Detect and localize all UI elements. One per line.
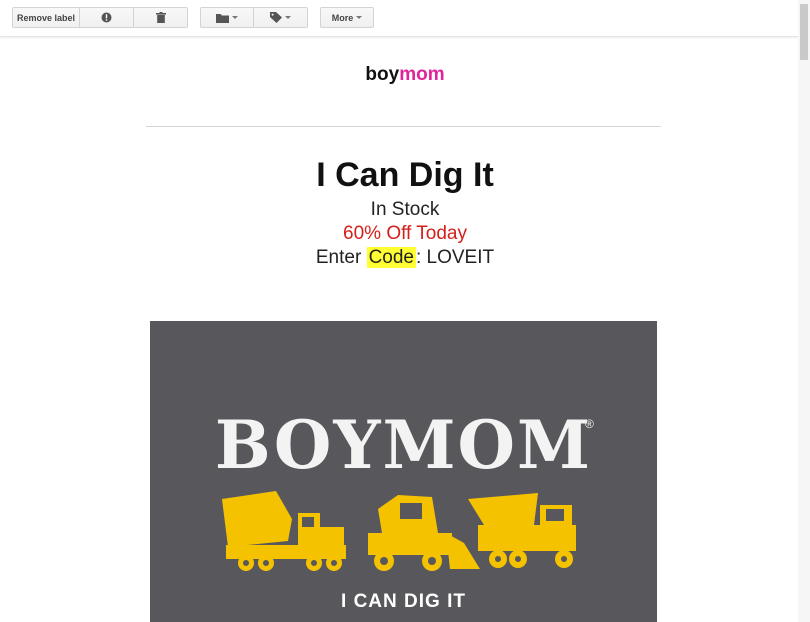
email-body: boymom I Can Dig It In Stock 60% Off Tod…	[0, 37, 798, 622]
divider	[146, 126, 661, 127]
remove-label-button[interactable]: Remove label	[12, 7, 80, 28]
more-label: More	[331, 12, 354, 23]
chevron-down-icon	[285, 16, 291, 19]
delete-icon	[155, 12, 166, 23]
move-to-button[interactable]	[200, 7, 254, 28]
stock-status: In Stock	[370, 199, 440, 220]
brand-mom: mom	[399, 64, 445, 85]
chevron-down-icon	[356, 16, 363, 19]
scrollbar-thumb[interactable]	[800, 4, 808, 60]
banner-logo-text: BOYMOM	[214, 406, 593, 484]
promo-code-prefix: Enter	[315, 247, 367, 268]
scrollbar[interactable]	[798, 0, 810, 622]
report-spam-icon	[101, 12, 112, 23]
promo-code-suffix: : LOVEIT	[415, 247, 495, 268]
banner-tagline: I CAN DIG IT	[341, 591, 466, 612]
delete-button[interactable]	[134, 7, 188, 28]
registered-mark: ®	[585, 417, 594, 431]
more-button[interactable]: More	[320, 7, 374, 28]
brand-logo-text: boymom	[0, 64, 798, 86]
report-spam-button[interactable]	[80, 7, 134, 28]
promo-code-highlight: Code	[366, 247, 416, 268]
labels-button[interactable]	[254, 7, 308, 28]
toolbar: Remove label More	[0, 0, 798, 37]
labels-icon	[270, 12, 282, 23]
brand-boy: boy	[365, 64, 400, 85]
construction-trucks-illustration	[222, 491, 576, 571]
discount-text: 60% Off Today	[343, 223, 467, 244]
promo-code-line: Enter Code: LOVEIT	[0, 247, 798, 269]
product-title: I Can Dig It	[316, 156, 494, 194]
chevron-down-icon	[232, 16, 238, 19]
product-banner-image[interactable]: BOYMOM ® I CAN DIG IT	[150, 321, 657, 622]
move-to-folder-icon	[216, 13, 229, 23]
